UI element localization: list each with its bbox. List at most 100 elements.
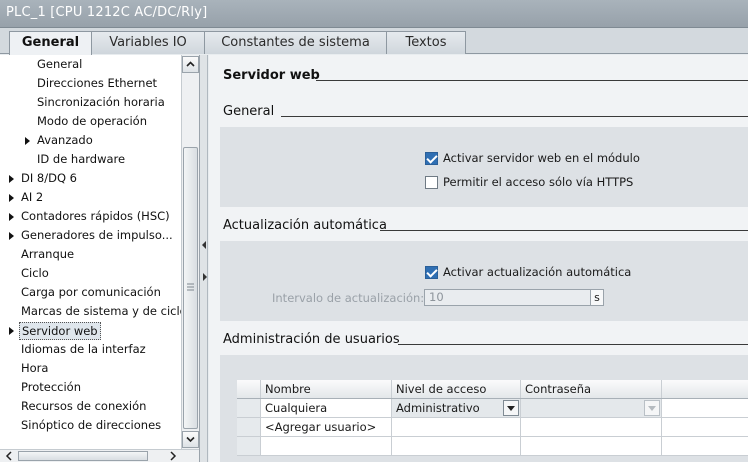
nav-item-ciclo[interactable]: Ciclo xyxy=(0,264,181,283)
chevron-left-icon[interactable] xyxy=(2,450,16,462)
general-panel xyxy=(220,127,748,207)
nav-item-label: Modo de operación xyxy=(37,114,148,128)
nav-item-label: Hora xyxy=(21,361,49,375)
password-dropdown-icon[interactable] xyxy=(644,400,660,416)
users-table: Nombre Nivel de acceso Contraseña Cualqu… xyxy=(237,380,748,456)
access-level-dropdown[interactable]: Administrativo xyxy=(392,399,521,417)
chevron-right-icon[interactable] xyxy=(166,450,180,462)
section-title-users: Administración de usuarios xyxy=(223,332,400,347)
nav-item-idiomas-interfaz[interactable]: Idiomas de la interfaz xyxy=(0,340,181,359)
auto-update-panel xyxy=(220,241,748,321)
column-header-nombre[interactable]: Nombre xyxy=(261,380,392,398)
https-only-checkbox[interactable] xyxy=(425,176,438,189)
nav-item-proteccion[interactable]: Protección xyxy=(0,378,181,397)
nav-item-label: Idiomas de la interfaz xyxy=(21,342,146,356)
nav-item-label: Arranque xyxy=(21,247,75,261)
nav-item-label: AI 2 xyxy=(21,190,44,204)
nav-item-servidor-web[interactable]: Servidor web xyxy=(0,321,181,340)
column-header-empty xyxy=(662,380,748,398)
nav-item-modo-operacion[interactable]: Modo de operación xyxy=(0,112,181,131)
divider xyxy=(281,116,748,117)
update-interval-label: Intervalo de actualización: xyxy=(272,291,425,305)
expand-arrow-icon[interactable] xyxy=(9,194,14,202)
activate-web-server-label: Activar servidor web en el módulo xyxy=(443,151,640,165)
empty-cell xyxy=(261,437,392,455)
row-header-cell[interactable] xyxy=(237,418,261,436)
navigation-tree: General Direcciones Ethernet Sincronizac… xyxy=(0,55,200,462)
nav-item-contadores-rapidos[interactable]: Contadores rápidos (HSC) xyxy=(0,207,181,226)
nav-item-sincronizacion-horaria[interactable]: Sincronización horaria xyxy=(0,93,181,112)
nav-item-label: ID de hardware xyxy=(37,152,126,166)
nav-item-arranque[interactable]: Arranque xyxy=(0,245,181,264)
nav-item-carga-comunicacion[interactable]: Carga por comunicación xyxy=(0,283,181,302)
nav-item-hora[interactable]: Hora xyxy=(0,359,181,378)
expand-arrow-icon[interactable] xyxy=(9,327,14,335)
nav-item-id-hardware[interactable]: ID de hardware xyxy=(0,150,181,169)
nav-item-marcas-sistema[interactable]: Marcas de sistema y de ciclo xyxy=(0,302,181,321)
divider xyxy=(316,80,748,81)
nav-item-label: General xyxy=(37,57,83,71)
activate-web-server-checkbox[interactable] xyxy=(425,152,438,165)
tab-constantes-sistema[interactable]: Constantes de sistema xyxy=(204,31,387,54)
nav-item-general[interactable]: General xyxy=(0,55,181,74)
nav-item-avanzado[interactable]: Avanzado xyxy=(0,131,181,150)
table-row xyxy=(237,437,748,456)
expand-arrow-icon[interactable] xyxy=(9,213,14,221)
tab-strip: General Variables IO Constantes de siste… xyxy=(0,28,748,55)
user-name-cell[interactable]: Cualquiera xyxy=(261,399,392,417)
nav-item-label: Carga por comunicación xyxy=(21,285,161,299)
collapse-left-icon[interactable] xyxy=(202,241,206,249)
add-user-cell[interactable]: <Agregar usuario> xyxy=(261,418,392,436)
activate-auto-update-checkbox[interactable] xyxy=(425,266,438,279)
tab-textos[interactable]: Textos xyxy=(386,31,466,54)
empty-cell xyxy=(662,437,748,455)
table-row[interactable]: Cualquiera Administrativo xyxy=(237,399,748,418)
nav-item-label: Marcas de sistema y de ciclo xyxy=(21,304,181,318)
nav-item-ai[interactable]: AI 2 xyxy=(0,188,181,207)
navigation-list: General Direcciones Ethernet Sincronizac… xyxy=(0,55,181,449)
empty-cell xyxy=(521,437,662,455)
column-header-contrasena[interactable]: Contraseña xyxy=(521,380,662,398)
window-title: PLC_1 [CPU 1212C AC/DC/Rly] xyxy=(6,5,208,20)
empty-cell xyxy=(521,418,662,436)
nav-item-label: Avanzado xyxy=(37,133,93,147)
expand-arrow-icon[interactable] xyxy=(9,232,14,240)
nav-item-generadores-impulso[interactable]: Generadores de impulso... xyxy=(0,226,181,245)
dropdown-arrow-icon[interactable] xyxy=(503,400,519,416)
nav-item-label: Ciclo xyxy=(21,266,49,280)
nav-item-recursos-conexion[interactable]: Recursos de conexión xyxy=(0,397,181,416)
password-field[interactable] xyxy=(521,399,662,417)
empty-cell xyxy=(662,418,748,436)
properties-content: Servidor web General Activar servidor we… xyxy=(209,55,748,462)
nav-item-di-dq[interactable]: DI 8/DQ 6 xyxy=(0,169,181,188)
divider xyxy=(380,230,748,231)
panel-splitter[interactable] xyxy=(200,55,208,462)
scroll-down-button[interactable] xyxy=(182,431,199,448)
nav-item-label: Direcciones Ethernet xyxy=(37,76,158,90)
scroll-up-button[interactable] xyxy=(182,56,199,73)
nav-item-sinoptico-direcciones[interactable]: Sinóptico de direcciones xyxy=(0,416,181,435)
nav-item-direcciones-ethernet[interactable]: Direcciones Ethernet xyxy=(0,74,181,93)
table-row[interactable]: <Agregar usuario> xyxy=(237,418,748,437)
section-title-general: General xyxy=(223,104,275,119)
nav-item-label: Contadores rápidos (HSC) xyxy=(21,209,170,223)
empty-cell xyxy=(392,437,521,455)
expand-arrow-icon[interactable] xyxy=(25,137,30,145)
tab-general[interactable]: General xyxy=(9,31,92,55)
nav-item-label: Servidor web xyxy=(19,322,101,340)
column-header-nivel-acceso[interactable]: Nivel de acceso xyxy=(392,380,521,398)
row-header-cell[interactable] xyxy=(237,399,261,417)
row-header-cell xyxy=(237,380,261,398)
horizontal-scroll-thumb[interactable] xyxy=(18,451,148,461)
scroll-thumb[interactable] xyxy=(183,147,198,429)
https-only-label: Permitir el acceso sólo vía HTTPS xyxy=(443,175,634,189)
nav-horizontal-scrollbar[interactable] xyxy=(0,449,199,462)
chevron-up-icon xyxy=(186,61,195,67)
nav-vertical-scrollbar[interactable] xyxy=(181,55,199,449)
update-interval-input[interactable]: 10 xyxy=(424,289,591,306)
nav-item-label: Sincronización horaria xyxy=(37,95,165,109)
expand-arrow-icon[interactable] xyxy=(9,175,14,183)
grip-icon xyxy=(187,283,194,291)
tab-variables-io[interactable]: Variables IO xyxy=(91,31,205,54)
expand-right-icon[interactable] xyxy=(203,273,207,281)
